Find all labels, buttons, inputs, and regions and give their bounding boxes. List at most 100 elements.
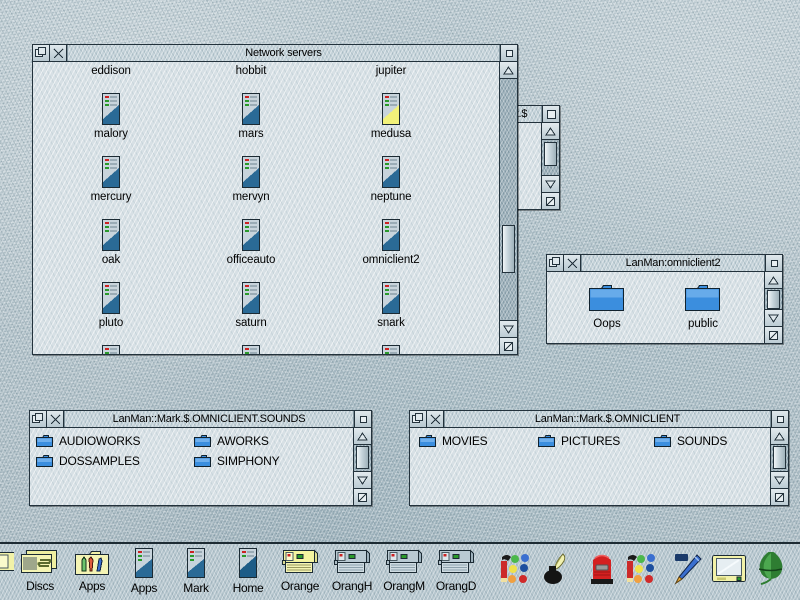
iconbar-item-acorn-leaf[interactable] — [750, 544, 792, 586]
close-icon[interactable] — [427, 411, 444, 427]
server-item-partial[interactable] — [41, 345, 181, 354]
scroll-down-icon[interactable] — [354, 471, 371, 488]
back-icon[interactable] — [33, 45, 50, 61]
scroll-down-icon[interactable] — [542, 175, 559, 192]
resize-handle[interactable] — [765, 326, 782, 343]
iconbar-item-apps-server[interactable]: Apps — [118, 544, 170, 595]
scroll-thumb[interactable] — [767, 290, 780, 309]
server-item[interactable]: jupiter — [321, 62, 461, 77]
server-item-highlight[interactable]: medusa — [321, 93, 461, 140]
scroll-down-icon[interactable] — [765, 309, 782, 326]
scroll-track[interactable] — [765, 289, 782, 309]
titlebar-omniclient2[interactable]: LanMan:omniclient2 — [547, 255, 782, 272]
scroll-up-icon[interactable] — [765, 272, 782, 289]
scroll-track[interactable] — [542, 140, 559, 175]
server-item[interactable]: mars — [181, 93, 321, 140]
scroll-track[interactable] — [500, 79, 517, 320]
scroll-up-icon[interactable] — [354, 428, 371, 445]
server-item-partial[interactable] — [321, 345, 461, 354]
server-item[interactable]: omniclient2 — [321, 219, 461, 266]
server-item[interactable]: mercury — [41, 156, 181, 203]
scroll-track[interactable] — [771, 445, 788, 471]
iconbar-item-orangm[interactable]: OrangM — [378, 544, 430, 593]
scroll-up-icon[interactable] — [771, 428, 788, 445]
iconbar-item-mark[interactable]: Mark — [170, 544, 222, 595]
scroll-track[interactable] — [354, 445, 371, 471]
scroll-up-icon[interactable] — [500, 62, 517, 79]
toggle-size-icon[interactable] — [542, 106, 559, 122]
iconbar-item-fountain-pen[interactable] — [666, 544, 708, 586]
vscrollbar-obscured[interactable] — [541, 123, 559, 209]
back-icon[interactable] — [547, 255, 564, 271]
server-item[interactable]: eddison — [41, 62, 181, 77]
folder-list-item[interactable]: SIMPHONY — [193, 453, 280, 468]
server-item[interactable]: officeauto — [181, 219, 321, 266]
client-sounds: AUDIOWORKS AWORKS DOSSAMPLES SIMPHONY — [30, 428, 353, 505]
iconbar-item-orange[interactable]: Orange — [274, 544, 326, 593]
server-item[interactable]: hobbit — [181, 62, 321, 77]
iconbar-item-monitor[interactable] — [708, 544, 750, 586]
iconbar-item-quill-inkwell[interactable] — [540, 544, 582, 586]
scroll-down-icon[interactable] — [771, 471, 788, 488]
iconbar-item-paint-palette-1[interactable] — [498, 544, 540, 586]
scroll-thumb[interactable] — [544, 142, 557, 166]
vscrollbar-omniclient2[interactable] — [764, 272, 782, 343]
iconbar-item-discs[interactable]: Discs — [14, 544, 66, 593]
titlebar-omniclient[interactable]: LanMan::Mark.$.OMNICLIENT — [410, 411, 788, 428]
folder-list-item[interactable]: PICTURES — [537, 433, 620, 448]
icon-bar[interactable]: Discs Apps Apps Mark Home Orange OrangH … — [0, 542, 800, 600]
toggle-size-icon[interactable] — [771, 411, 788, 427]
server-item[interactable]: snark — [321, 282, 461, 329]
resize-handle[interactable] — [354, 488, 371, 505]
window-network-servers[interactable]: Network servers eddison hobbit jupiter m… — [32, 44, 518, 355]
vscrollbar-network-servers[interactable] — [499, 62, 517, 354]
server-item[interactable]: oak — [41, 219, 181, 266]
iconbar-item-orangh[interactable]: OrangH — [326, 544, 378, 593]
iconbar-item-orangd[interactable]: OrangD — [430, 544, 482, 593]
iconbar-item-disc-clipped[interactable] — [0, 544, 14, 576]
scroll-thumb[interactable] — [502, 225, 515, 273]
titlebar-network-servers[interactable]: Network servers — [33, 45, 517, 62]
scroll-thumb[interactable] — [356, 446, 369, 469]
window-sounds[interactable]: LanMan::Mark.$.OMNICLIENT.SOUNDS AUDIOWO… — [29, 410, 372, 506]
titlebar-sounds[interactable]: LanMan::Mark.$.OMNICLIENT.SOUNDS — [30, 411, 371, 428]
vscrollbar-omniclient[interactable] — [770, 428, 788, 505]
window-title-sounds: LanMan::Mark.$.OMNICLIENT.SOUNDS — [64, 411, 354, 427]
scroll-thumb[interactable] — [773, 446, 786, 469]
server-label: hobbit — [235, 65, 267, 77]
resize-handle[interactable] — [542, 192, 559, 209]
folder-list-item[interactable]: DOSSAMPLES — [35, 453, 140, 468]
back-icon[interactable] — [30, 411, 47, 427]
server-item[interactable]: neptune — [321, 156, 461, 203]
vscrollbar-sounds[interactable] — [353, 428, 371, 505]
close-icon[interactable] — [47, 411, 64, 427]
scroll-up-icon[interactable] — [542, 123, 559, 140]
server-item[interactable]: pluto — [41, 282, 181, 329]
scroll-down-icon[interactable] — [500, 320, 517, 337]
iconbar-item-apps-folder[interactable]: Apps — [66, 544, 118, 593]
folder-item[interactable]: public — [655, 282, 751, 330]
toggle-size-icon[interactable] — [500, 45, 517, 61]
folder-list-item[interactable]: AWORKS — [193, 433, 269, 448]
folder-list-item[interactable]: MOVIES — [418, 433, 488, 448]
folder-item[interactable]: Oops — [559, 282, 655, 330]
server-item[interactable]: mervyn — [181, 156, 321, 203]
close-icon[interactable] — [50, 45, 67, 61]
window-omniclient2[interactable]: LanMan:omniclient2 Oops public — [546, 254, 783, 344]
resize-handle[interactable] — [500, 337, 517, 354]
folder-list-item[interactable]: SOUNDS — [653, 433, 727, 448]
server-item[interactable]: saturn — [181, 282, 321, 329]
iconbar-item-paint-palette-2[interactable] — [624, 544, 666, 586]
window-omniclient[interactable]: LanMan::Mark.$.OMNICLIENT MOVIES PICTURE… — [409, 410, 789, 506]
back-icon[interactable] — [410, 411, 427, 427]
server-item[interactable]: malory — [41, 93, 181, 140]
resize-handle[interactable] — [771, 488, 788, 505]
folder-list-item[interactable]: AUDIOWORKS — [35, 433, 141, 448]
toggle-size-icon[interactable] — [765, 255, 782, 271]
server-item-partial[interactable] — [181, 345, 321, 354]
iconbar-item-postbox[interactable] — [582, 544, 624, 586]
toggle-size-icon[interactable] — [354, 411, 371, 427]
iconbar-item-home[interactable]: Home — [222, 544, 274, 595]
close-icon[interactable] — [564, 255, 581, 271]
folder-label: AUDIOWORKS — [59, 433, 141, 448]
